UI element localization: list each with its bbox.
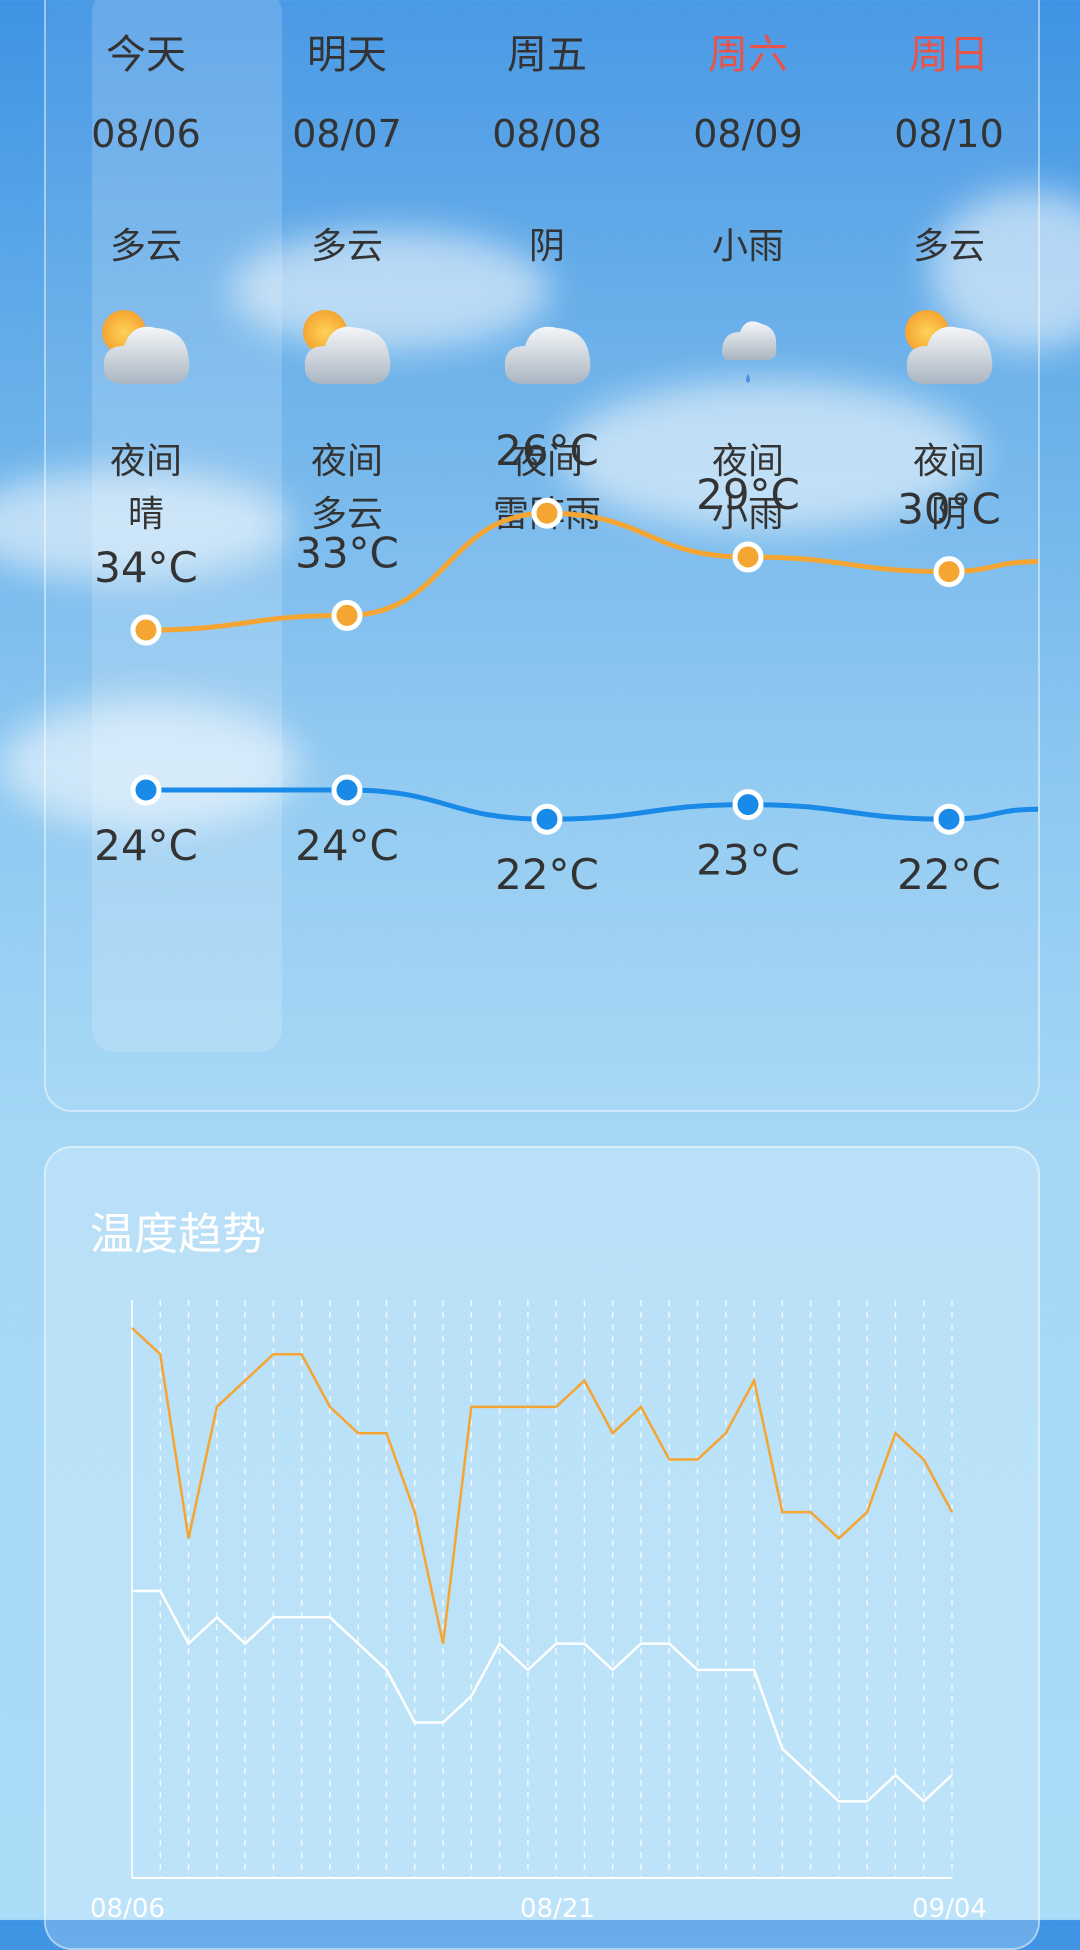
low-temperature-point xyxy=(732,789,764,821)
high-temperature-label: 33°C xyxy=(295,528,399,577)
high-temperature-point xyxy=(732,541,764,573)
low-temperature-point xyxy=(130,774,162,806)
low-temperature-label: 22°C xyxy=(897,850,1001,899)
temperature-curve-chart: 34°C 24°C 33°C 24°C 26°C 22°C 29°C 23°C 30°C 22°C xyxy=(94,426,1038,899)
low-temperature-label: 23°C xyxy=(696,836,800,885)
high-temperature-point xyxy=(331,599,363,631)
high-temperature-point xyxy=(130,614,162,646)
temperature-trend-card: 温度趋势 08/06 08/21 09/04 xyxy=(44,1146,1040,1950)
low-temperature-label: 24°C xyxy=(94,821,198,870)
low-temperature-line xyxy=(146,787,1038,822)
high-temperature-label: 26°C xyxy=(495,426,599,475)
trend-line-chart xyxy=(131,1300,954,1879)
low-temperature-point xyxy=(933,803,965,835)
trend-low-line xyxy=(132,1589,953,1804)
high-temperature-point xyxy=(531,497,563,529)
low-temperature-label: 24°C xyxy=(295,821,399,870)
high-temperature-point xyxy=(933,556,965,588)
high-temperature-label: 29°C xyxy=(696,470,800,519)
high-temperature-label: 34°C xyxy=(94,543,198,592)
low-temperature-point xyxy=(331,774,363,806)
low-temperature-point xyxy=(531,803,563,835)
forecast-card: 今天08/06多云夜间晴明天08/07多云夜间多云周五08/08阴夜间雷阵雨周六… xyxy=(44,0,1040,1112)
low-temperature-label: 22°C xyxy=(495,850,599,899)
high-temperature-label: 30°C xyxy=(897,485,1001,534)
trend-high-line xyxy=(131,1327,954,1644)
